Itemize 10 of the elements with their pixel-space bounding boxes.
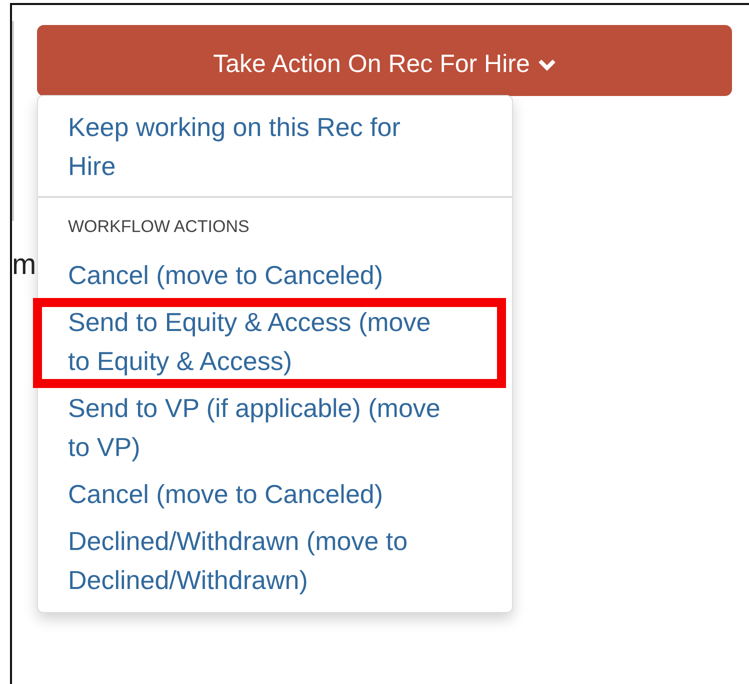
chevron-icon [538,58,556,70]
menu-item[interactable]: Cancel (move to Canceled) [38,471,512,518]
menu-item[interactable]: Send to VP (if applicable) (move to VP) [38,385,512,471]
page-heading: m [12,251,36,280]
menu-item[interactable]: Keep working on this Rec for Hire [38,104,512,190]
menu-item[interactable]: Cancel (move to Canceled) [38,252,512,299]
section-header: WORKFLOW ACTIONS [67,216,250,238]
menu-item[interactable]: Send to Equity & Access (move to Equity & Access) [38,299,512,385]
take-action-button[interactable]: Take Action On Rec For Hire [37,25,732,96]
menu-item[interactable]: Declined/Withdrawn (move to Declined/Withdrawn) [38,518,512,604]
